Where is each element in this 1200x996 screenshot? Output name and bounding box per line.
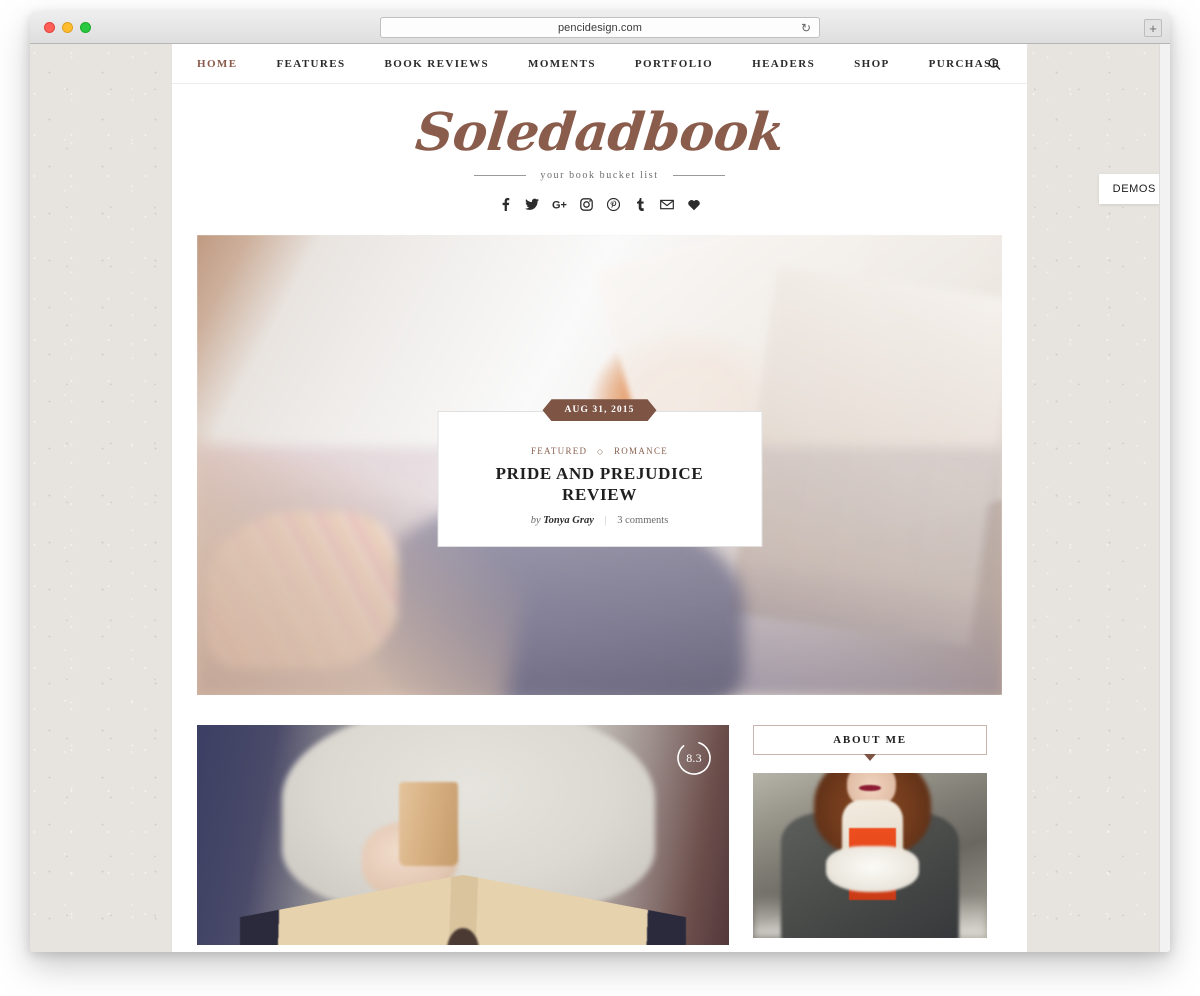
browser-toolbar: pencidesign.com ↻ +: [30, 12, 1170, 44]
site-content-column: HOME FEATURES BOOK REVIEWS MOMENTS PORTF…: [172, 44, 1027, 952]
post-title[interactable]: PRIDE AND PREJUDICE REVIEW: [456, 463, 743, 506]
svg-text:G+: G+: [552, 199, 567, 211]
hero-blanket-shape: [205, 511, 399, 668]
main-navigation: HOME FEATURES BOOK REVIEWS MOMENTS PORTF…: [172, 44, 1027, 84]
nav-item-book-reviews[interactable]: BOOK REVIEWS: [385, 58, 490, 70]
post-score-value: 8.3: [686, 750, 702, 765]
nav-item-features[interactable]: FEATURES: [276, 58, 345, 70]
widget-pointer-icon: [864, 754, 876, 762]
featured-post-card: AUG 31, 2015 FEATURED ◇ ROMANCE PRIDE AN…: [437, 411, 762, 547]
page-root: pencidesign.com ↻ + DEMOS HOME FEATURES …: [0, 0, 1200, 996]
tagline-rule-left: [474, 175, 527, 177]
nav-item-shop[interactable]: SHOP: [854, 58, 890, 70]
site-logo[interactable]: Soledadbook: [412, 102, 786, 163]
browser-viewport: DEMOS HOME FEATURES BOOK REVIEWS MOMENTS…: [30, 44, 1170, 952]
widget-about-me: ABOUT ME: [753, 725, 987, 762]
nav-menu: HOME FEATURES BOOK REVIEWS MOMENTS PORTF…: [197, 58, 1039, 70]
nav-item-portfolio[interactable]: PORTFOLIO: [635, 58, 713, 70]
post-meta: by Tonya Gray | 3 comments: [456, 515, 743, 526]
post-card[interactable]: 8.3: [197, 725, 729, 946]
google-plus-icon[interactable]: G+: [552, 197, 567, 212]
new-tab-button[interactable]: +: [1144, 19, 1162, 37]
about-me-photo: [753, 773, 987, 939]
post-date-badge[interactable]: AUG 31, 2015: [543, 399, 657, 421]
post-score-badge: 8.3: [675, 739, 713, 777]
post-categories: FEATURED ◇ ROMANCE: [456, 446, 743, 456]
email-icon[interactable]: [660, 197, 675, 212]
minimize-window-button[interactable]: [62, 22, 73, 33]
tumblr-icon[interactable]: [633, 197, 648, 212]
site-branding: Soledadbook your book bucket list G+: [172, 84, 1027, 213]
bloglovin-heart-icon[interactable]: [687, 197, 702, 212]
featured-hero-slide[interactable]: AUG 31, 2015 FEATURED ◇ ROMANCE PRIDE AN…: [197, 235, 1002, 696]
facebook-icon[interactable]: [498, 197, 513, 212]
window-controls: [44, 22, 91, 33]
search-icon[interactable]: [988, 57, 1001, 70]
category-separator-icon: ◇: [596, 447, 605, 457]
post-comments-count[interactable]: 3 comments: [617, 515, 668, 526]
content-row: 8.3 ABOUT ME: [197, 725, 1002, 946]
byline-label: by: [530, 514, 541, 526]
nav-item-moments[interactable]: MOMENTS: [528, 58, 596, 70]
browser-window: pencidesign.com ↻ + DEMOS HOME FEATURES …: [30, 12, 1170, 952]
sidebar: ABOUT ME: [753, 725, 987, 945]
main-column: 8.3: [197, 725, 729, 946]
pinterest-icon[interactable]: [606, 197, 621, 212]
post-category-romance[interactable]: ROMANCE: [614, 446, 668, 456]
about-gloves-shape: [825, 845, 920, 892]
about-lips-shape: [859, 784, 881, 792]
tagline-rule-right: [672, 175, 725, 177]
post-author[interactable]: Tonya Gray: [543, 515, 594, 526]
nav-item-home[interactable]: HOME: [197, 58, 237, 70]
reload-icon[interactable]: ↻: [801, 22, 811, 34]
post-coffee-cup-shape: [399, 782, 458, 866]
close-window-button[interactable]: [44, 22, 55, 33]
site-tagline: your book bucket list: [172, 170, 1027, 181]
tagline-text: your book bucket list: [540, 170, 659, 182]
twitter-icon[interactable]: [525, 197, 540, 212]
widget-title-about-me: ABOUT ME: [833, 734, 907, 747]
maximize-window-button[interactable]: [80, 22, 91, 33]
meta-separator: |: [604, 514, 607, 526]
nav-item-headers[interactable]: HEADERS: [752, 58, 815, 70]
url-text: pencidesign.com: [557, 21, 643, 34]
address-bar[interactable]: pencidesign.com ↻: [380, 17, 820, 38]
post-category-featured[interactable]: FEATURED: [531, 446, 587, 456]
vertical-scrollbar[interactable]: [1159, 44, 1170, 952]
instagram-icon[interactable]: [579, 197, 594, 212]
post-thumbnail[interactable]: 8.3: [197, 725, 729, 946]
social-links: G+: [172, 195, 1027, 213]
